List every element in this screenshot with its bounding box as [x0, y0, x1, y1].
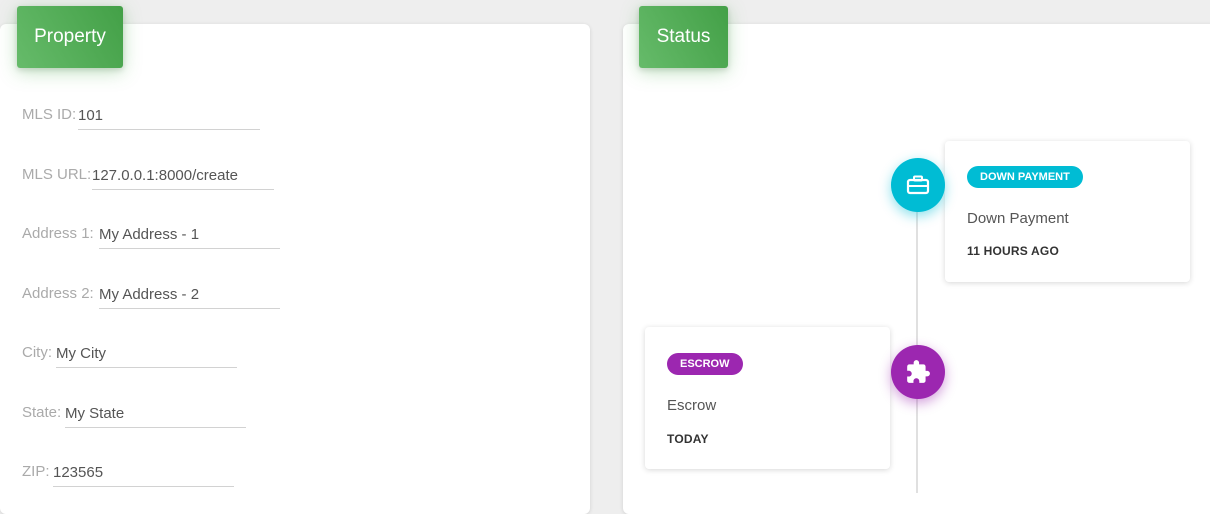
timeline-event-down-payment: DOWN PAYMENT Down Payment 11 HOURS AGO	[945, 141, 1190, 282]
address-2-label: Address 2:	[22, 285, 94, 302]
zip-input[interactable]	[53, 459, 234, 487]
mls-id-input[interactable]	[78, 102, 260, 130]
zip-label: ZIP:	[22, 463, 50, 480]
address-1-input[interactable]	[99, 221, 280, 249]
down-payment-badge: DOWN PAYMENT	[967, 166, 1083, 188]
down-payment-body: Down Payment	[967, 210, 1069, 227]
mls-id-label: MLS ID:	[22, 106, 77, 123]
mls-url-input[interactable]	[92, 162, 274, 190]
timeline-event-escrow: ESCROW Escrow TODAY	[645, 327, 890, 469]
briefcase-icon	[906, 175, 930, 195]
puzzle-icon	[907, 360, 930, 383]
state-input[interactable]	[65, 400, 246, 428]
property-card: MLS ID: MLS URL: Address 1: Address 2: C…	[0, 24, 590, 514]
escrow-time: TODAY	[667, 432, 709, 446]
address-1-label: Address 1:	[22, 225, 94, 242]
escrow-timeline-badge	[891, 345, 945, 399]
timeline-line	[916, 190, 918, 493]
city-input[interactable]	[56, 340, 237, 368]
down-payment-timeline-badge	[891, 158, 945, 212]
escrow-badge: ESCROW	[667, 353, 743, 375]
down-payment-time: 11 HOURS AGO	[967, 244, 1059, 258]
mls-url-label: MLS URL:	[22, 166, 92, 183]
escrow-body: Escrow	[667, 397, 717, 414]
status-card-title: Status	[639, 6, 728, 68]
state-label: State:	[22, 404, 62, 421]
property-card-title: Property	[17, 6, 123, 68]
city-label: City:	[22, 344, 52, 361]
address-2-input[interactable]	[99, 281, 280, 309]
